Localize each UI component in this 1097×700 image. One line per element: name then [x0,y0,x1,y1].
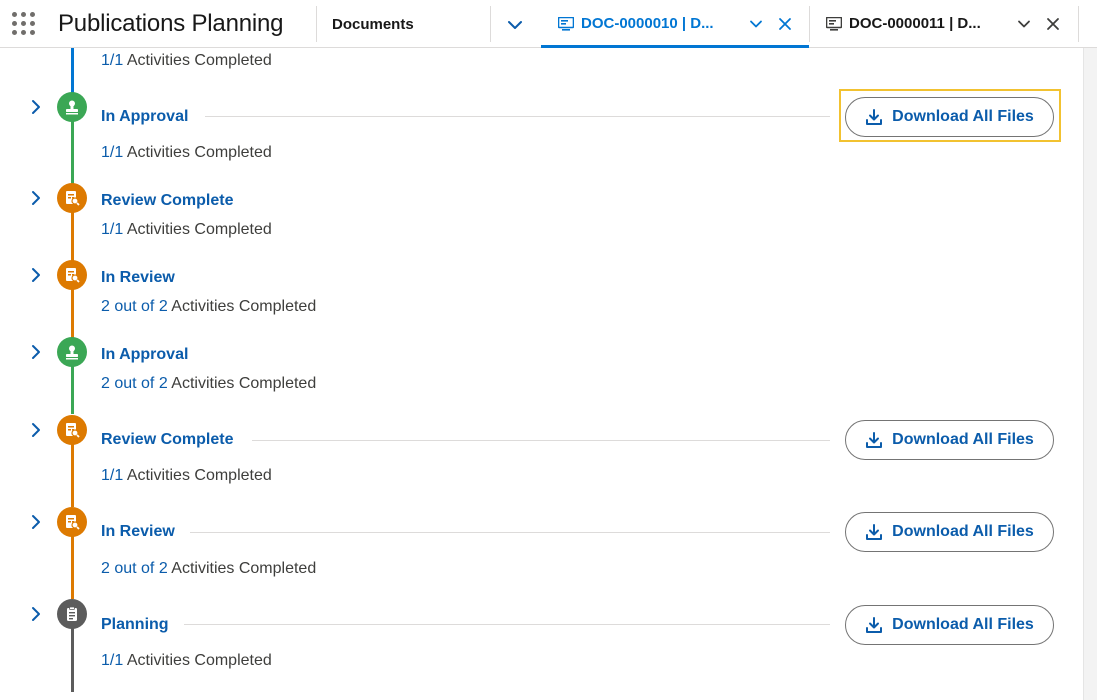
stage-progress-text: 1/1 Activities Completed [101,652,272,669]
chevron-down-icon[interactable] [1016,16,1032,32]
chevron-right-icon[interactable] [27,266,45,284]
stage-title[interactable]: In Review [101,269,187,287]
chevron-down-icon[interactable] [505,15,525,35]
timeline-connector [71,628,74,692]
download-all-files-button[interactable]: Download All Files [845,420,1054,460]
stage-divider [205,116,830,117]
app-launcher-icon[interactable] [12,12,36,36]
stage-divider [184,624,830,625]
review-document-icon [57,507,87,537]
highlight-box [839,89,1061,142]
timeline-connector [71,536,74,599]
stage-title[interactable]: In Approval [101,108,201,126]
stage-progress-text: 1/1 Activities Completed [101,221,272,238]
stage-title[interactable]: Review Complete [101,431,246,449]
scrollbar-track[interactable] [1083,48,1097,700]
stage-title[interactable]: In Approval [101,346,201,364]
approval-stamp-icon [57,92,87,122]
stage-progress-text: 1/1 Activities Completed [101,52,272,69]
download-all-files-button[interactable]: Download All Files [845,605,1054,645]
tab-label: DOC-0000010 | D... [581,15,714,32]
close-icon[interactable] [777,16,793,32]
nav-item-documents[interactable]: Documents [332,16,414,33]
stage-title[interactable]: Review Complete [101,192,246,210]
stage-title[interactable]: In Review [101,523,187,541]
timeline-connector [71,288,74,339]
download-icon [866,524,883,540]
app-title: Publications Planning [58,10,284,37]
chevron-right-icon[interactable] [27,343,45,361]
download-icon [866,617,883,633]
stage-progress-text: 1/1 Activities Completed [101,467,272,484]
chevron-down-icon[interactable] [748,16,764,32]
stage-progress-text: 2 out of 2 Activities Completed [101,560,317,577]
download-all-files-button[interactable]: Download All Files [845,512,1054,552]
stage-divider [252,440,830,441]
tab-doc-0000010[interactable]: DOC-0000010 | D... [541,0,809,48]
document-record-icon [558,17,574,31]
stage-title[interactable]: Planning [101,616,181,634]
approval-stamp-icon [57,337,87,367]
global-nav-bar: Publications Planning Documents DOC-0000… [0,0,1097,48]
tab-doc-0000011[interactable]: DOC-0000011 | D... [810,0,1078,48]
stage-progress-text: 2 out of 2 Activities Completed [101,375,317,392]
review-document-icon [57,260,87,290]
stage-progress-text: 1/1 Activities Completed [101,144,272,161]
planning-clipboard-icon [57,599,87,629]
timeline-connector [71,365,74,414]
review-document-icon [57,415,87,445]
tab-label: DOC-0000011 | D... [849,15,981,32]
timeline-connector [71,120,74,185]
close-icon[interactable] [1045,16,1061,32]
review-document-icon [57,183,87,213]
nav-divider [1078,6,1079,42]
chevron-right-icon[interactable] [27,513,45,531]
timeline-connector [71,211,74,262]
document-record-icon [826,17,842,31]
nav-divider [490,6,491,42]
nav-divider [316,6,317,42]
download-icon [866,432,883,448]
chevron-right-icon[interactable] [27,189,45,207]
timeline-connector [71,48,74,94]
chevron-right-icon[interactable] [27,98,45,116]
chevron-right-icon[interactable] [27,421,45,439]
timeline-connector [71,444,74,507]
stage-divider [190,532,830,533]
chevron-right-icon[interactable] [27,605,45,623]
stage-progress-text: 2 out of 2 Activities Completed [101,298,317,315]
